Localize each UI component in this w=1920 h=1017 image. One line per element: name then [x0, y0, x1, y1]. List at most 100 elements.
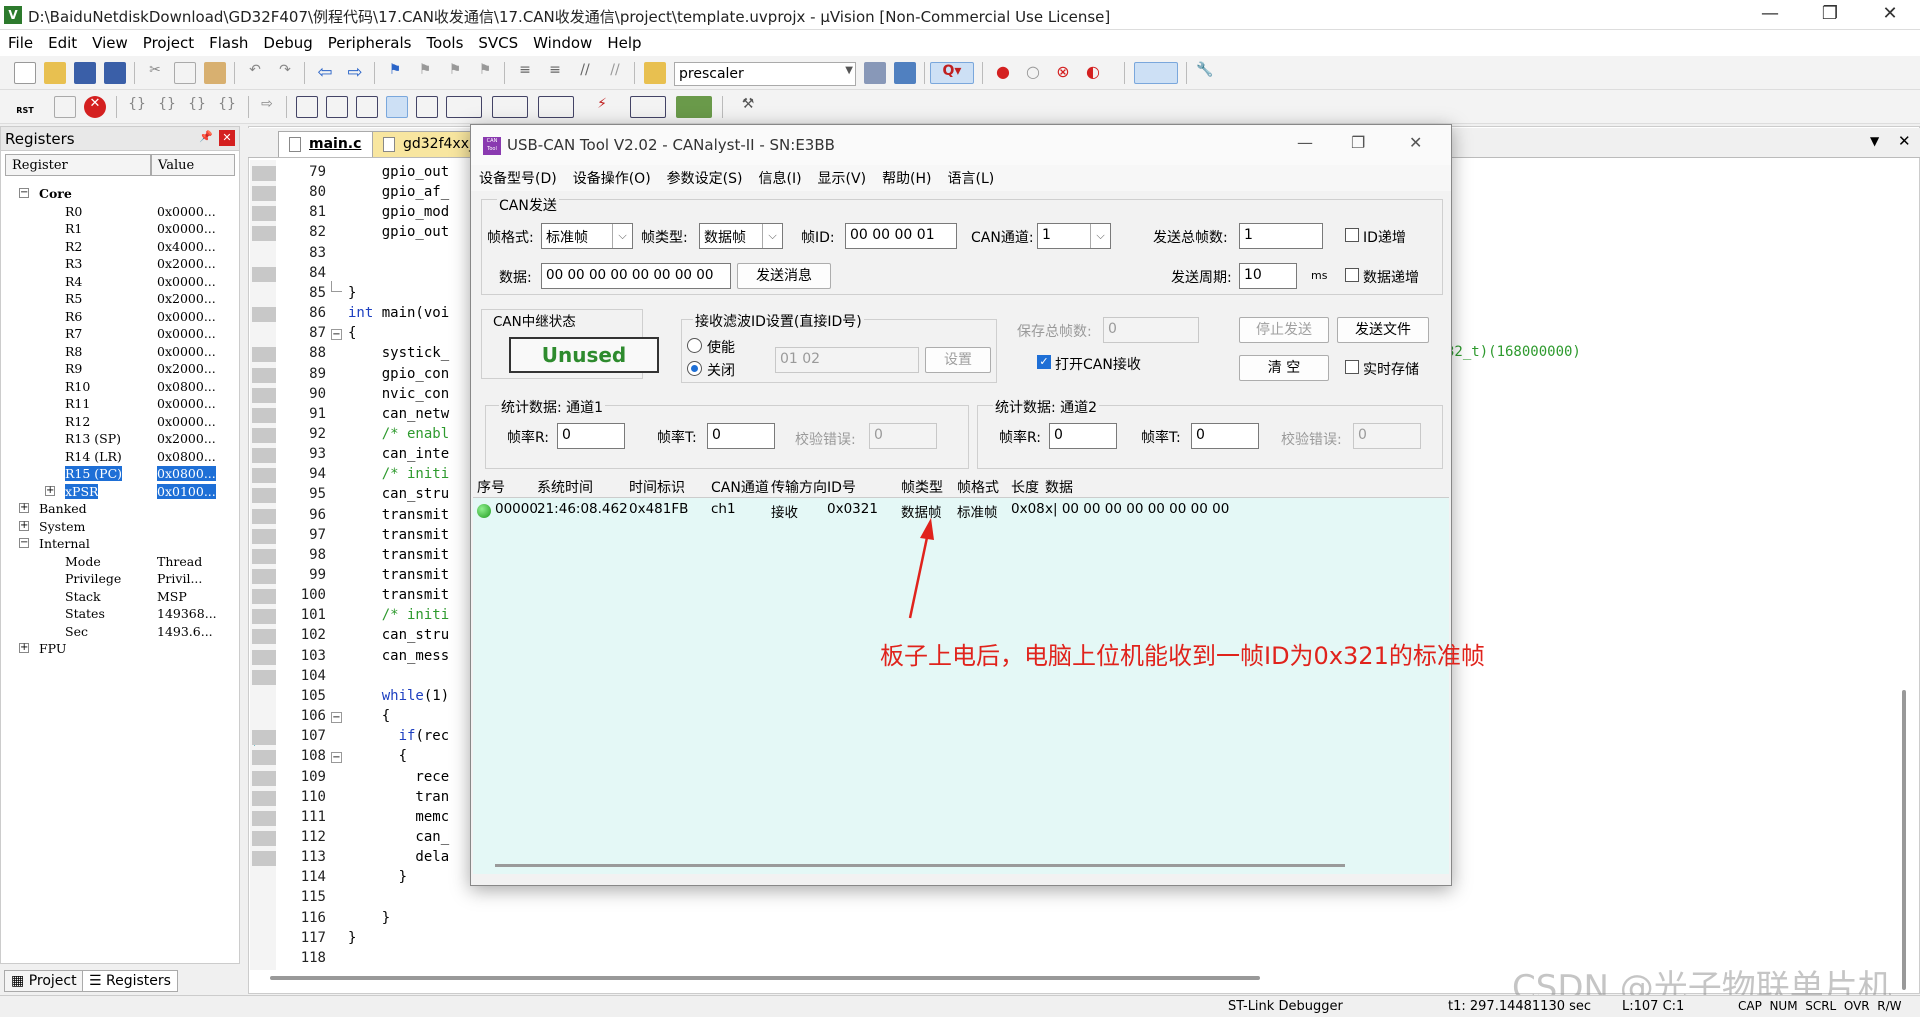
expand-icon[interactable]: + [19, 643, 29, 653]
col-register-header[interactable]: Register [5, 154, 151, 176]
editor-close-icon[interactable]: ✕ [1898, 132, 1911, 150]
register-row[interactable]: R6 0x0000... [1, 308, 239, 326]
tab-project[interactable]: ▦ Project [4, 970, 84, 992]
bookmark-icon[interactable]: ⚑ [384, 62, 406, 84]
pin-icon[interactable]: 📌 [199, 130, 213, 143]
can-maximize-button[interactable]: ❐ [1351, 133, 1365, 152]
tree-group-banked[interactable]: + Banked [1, 500, 239, 518]
can-menu-params[interactable]: 参数设定(S) [659, 165, 751, 188]
register-row[interactable]: Stack MSP [1, 588, 239, 606]
filter-enable-radio[interactable] [687, 338, 702, 353]
menu-svcs[interactable]: SVCS [470, 30, 525, 56]
col-direction[interactable]: 传输方向 [771, 477, 827, 497]
saved-frames-input[interactable]: 0 [1103, 317, 1199, 343]
find-in-files-icon[interactable] [644, 62, 666, 84]
expand-icon[interactable]: + [19, 520, 29, 531]
register-row[interactable]: + xPSR 0x0100... [1, 483, 239, 501]
watch-windows-icon[interactable] [446, 96, 482, 118]
total-frames-input[interactable]: 1 [1239, 223, 1323, 249]
disassembly-window-icon[interactable] [326, 96, 348, 118]
send-message-button[interactable]: 发送消息 [737, 263, 831, 289]
copy-icon[interactable] [174, 62, 196, 84]
col-system-time[interactable]: 系统时间 [537, 477, 593, 497]
unindent-icon[interactable]: ≡ [544, 62, 566, 84]
register-row[interactable]: States 149368... [1, 605, 239, 623]
stop-icon[interactable]: ✕ [84, 96, 106, 118]
filter-disable-radio[interactable] [687, 361, 702, 376]
serial-windows-icon[interactable] [538, 96, 574, 118]
can-menu-language[interactable]: 语言(L) [940, 165, 1003, 188]
expand-icon[interactable]: + [19, 503, 29, 513]
col-time-stamp[interactable]: 时间标识 [629, 477, 685, 497]
fold-toggle-icon[interactable]: − [331, 712, 342, 724]
fold-toggle-icon[interactable]: − [331, 752, 342, 764]
memory-windows-icon[interactable] [492, 96, 528, 118]
register-row[interactable]: Sec 1493.6... [1, 623, 239, 641]
incremental-find-icon[interactable] [894, 62, 916, 84]
can-close-button[interactable]: ✕ [1409, 133, 1422, 152]
menu-view[interactable]: View [84, 30, 135, 56]
data-increment-checkbox[interactable] [1345, 268, 1359, 282]
register-row[interactable]: R8 0x0000... [1, 343, 239, 361]
can-menu-device-op[interactable]: 设备操作(O) [565, 165, 659, 188]
can-menu-help[interactable]: 帮助(H) [874, 165, 939, 188]
realtime-save-checkbox[interactable] [1345, 360, 1359, 374]
show-next-statement-icon[interactable]: ⇨ [256, 96, 278, 118]
step-out-icon[interactable]: {} [186, 96, 208, 118]
tab-list-icon[interactable]: ▼ [1870, 134, 1879, 148]
register-row[interactable]: Mode Thread [1, 553, 239, 571]
tree-group-fpu[interactable]: + FPU [1, 640, 239, 658]
indent-icon[interactable]: ≡ [514, 62, 536, 84]
menu-flash[interactable]: Flash [201, 30, 255, 56]
symbols-window-icon[interactable] [356, 96, 378, 118]
register-row[interactable]: R0 0x0000... [1, 203, 239, 221]
col-seq[interactable]: 序号 [477, 477, 505, 497]
col-can-channel[interactable]: CAN通道 [711, 477, 769, 497]
nav-forward-icon[interactable]: ⇨ [344, 62, 366, 84]
save-icon[interactable] [74, 62, 96, 84]
minimize-button[interactable]: — [1740, 0, 1800, 30]
call-stack-icon[interactable] [416, 96, 438, 118]
col-frame-format[interactable]: 帧格式 [957, 477, 999, 497]
save-all-icon[interactable] [104, 62, 126, 84]
menu-tools[interactable]: Tools [418, 30, 470, 56]
system-viewer-icon[interactable] [676, 96, 712, 118]
register-row[interactable]: R7 0x0000... [1, 325, 239, 343]
panel-close-icon[interactable]: ✕ [219, 130, 235, 146]
debug-session-icon[interactable]: Q▾ [930, 62, 974, 84]
uncomment-icon[interactable]: // [604, 62, 626, 84]
menu-file[interactable]: File [0, 30, 40, 56]
registers-window-icon[interactable] [386, 96, 408, 118]
undo-icon[interactable]: ↶ [244, 62, 266, 84]
breakpoint-disable-icon[interactable]: ○ [1022, 62, 1044, 84]
breakpoint-disable-all-icon[interactable]: ⊗ [1052, 62, 1074, 84]
register-row[interactable]: R10 0x0800... [1, 378, 239, 396]
cut-icon[interactable]: ✂ [144, 62, 166, 84]
find-icon[interactable] [864, 62, 886, 84]
menu-edit[interactable]: Edit [40, 30, 84, 56]
analysis-windows-icon[interactable]: ⚡ [584, 96, 620, 118]
can-menu-info[interactable]: 信息(I) [750, 165, 809, 188]
col-length[interactable]: 长度 [1011, 477, 1039, 497]
new-file-icon[interactable] [14, 62, 36, 84]
filter-set-button[interactable]: 设置 [925, 347, 991, 373]
frame-id-input[interactable]: 00 00 00 01 [845, 223, 957, 249]
col-id[interactable]: ID号 [827, 477, 856, 497]
menu-peripherals[interactable]: Peripherals [320, 30, 419, 56]
filter-ids-input[interactable]: 01 02 [775, 347, 919, 373]
breakpoint-icon[interactable]: ● [992, 62, 1014, 84]
message-grid[interactable]: 序号 系统时间 时间标识 CAN通道 传输方向 ID号 帧类型 帧格式 长度 数… [473, 474, 1449, 874]
tree-group-system[interactable]: + System [1, 518, 239, 536]
open-file-icon[interactable] [44, 62, 66, 84]
toolbox-icon[interactable]: ⚒ [730, 96, 766, 118]
open-can-receive-checkbox[interactable]: ✓ [1037, 355, 1051, 369]
send-file-button[interactable]: 发送文件 [1337, 317, 1429, 343]
id-increment-checkbox[interactable] [1345, 228, 1359, 242]
comment-icon[interactable]: // [574, 62, 596, 84]
grid-hscrollbar[interactable] [495, 864, 1345, 867]
register-row[interactable]: R1 0x0000... [1, 220, 239, 238]
find-combo[interactable]: prescaler ▼ [674, 62, 856, 86]
table-row[interactable]: 00000 21:46:08.462 0x481FB ch1 接收 0x0321… [473, 499, 1449, 521]
expand-icon[interactable]: + [45, 485, 55, 496]
tab-main-c[interactable]: main.c [278, 131, 375, 157]
